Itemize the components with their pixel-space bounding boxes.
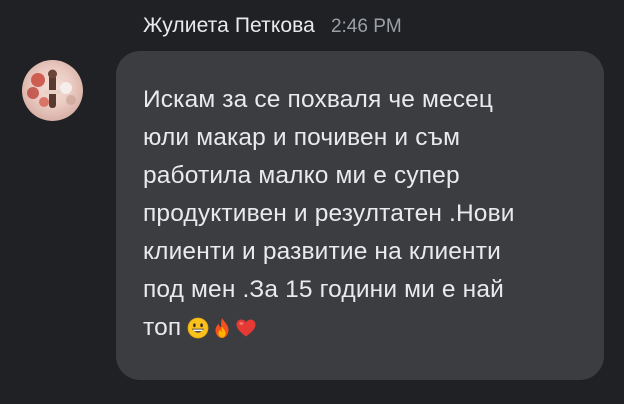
avatar-image: [22, 60, 83, 121]
red-heart-icon: [235, 317, 257, 339]
fire-icon: [211, 317, 233, 339]
message-bubble[interactable]: Искам за се похваля че месец юли макар и…: [116, 51, 604, 380]
message-text-container: Искам за се похваля че месец юли макар и…: [143, 81, 583, 347]
message-text: Искам за се похваля че месец юли макар и…: [143, 86, 515, 341]
chat-message: Жулиета Петкова 2:46 PM Искам за се похв…: [0, 0, 624, 404]
grinning-face-icon: [187, 317, 209, 339]
sender-name[interactable]: Жулиета Петкова: [143, 14, 315, 38]
avatar[interactable]: [22, 60, 83, 121]
timestamp: 2:46 PM: [330, 16, 402, 37]
emoji-row: [187, 317, 259, 339]
message-header: Жулиета Петкова 2:46 PM: [143, 14, 402, 42]
